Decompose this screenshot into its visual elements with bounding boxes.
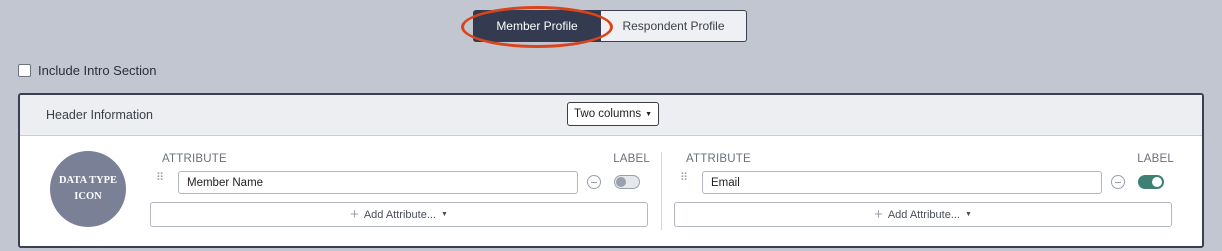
label-header: LABEL xyxy=(1137,153,1174,165)
tab-respondent-profile[interactable]: Respondent Profile xyxy=(601,10,747,42)
remove-icon[interactable] xyxy=(587,175,601,189)
profile-tab-group: Member Profile Respondent Profile xyxy=(473,10,747,42)
column-layout-select[interactable]: Two columns ▼ xyxy=(567,102,660,126)
drag-handle-icon[interactable]: ⠿ xyxy=(680,173,688,184)
remove-icon[interactable] xyxy=(1111,175,1125,189)
include-intro-option[interactable]: Include Intro Section xyxy=(18,63,157,78)
label-toggle[interactable] xyxy=(1138,175,1164,189)
caret-down-icon: ▼ xyxy=(645,110,653,118)
caret-down-icon: ▼ xyxy=(440,211,448,218)
include-intro-checkbox[interactable] xyxy=(18,64,31,77)
add-attribute-label: Add Attribute... xyxy=(363,208,436,221)
tab-member-profile[interactable]: Member Profile xyxy=(473,10,601,42)
panel-title: Header Information xyxy=(46,108,154,122)
drag-handle-icon[interactable]: ⠿ xyxy=(156,173,164,184)
attribute-field[interactable]: Email xyxy=(702,171,1102,194)
include-intro-label: Include Intro Section xyxy=(38,63,157,78)
panel-body: DATA TYPE ICON ATTRIBUTE LABEL ⠿ Member … xyxy=(20,136,1202,246)
add-attribute-button[interactable]: + Add Attribute... ▼ xyxy=(150,202,648,227)
attribute-header: ATTRIBUTE xyxy=(686,153,751,165)
toggle-knob xyxy=(616,177,626,187)
attribute-column-right: ATTRIBUTE LABEL ⠿ Email + Add Attribute.… xyxy=(674,136,1174,246)
column-layout-value: Two columns xyxy=(574,108,642,120)
add-attribute-button[interactable]: + Add Attribute... ▼ xyxy=(674,202,1172,227)
add-attribute-label: Add Attribute... xyxy=(887,208,960,221)
plus-icon: + xyxy=(350,206,359,223)
panel-header: Header Information Two columns ▼ xyxy=(20,95,1202,136)
header-information-panel: Header Information Two columns ▼ DATA TY… xyxy=(18,93,1204,248)
plus-icon: + xyxy=(874,206,883,223)
column-divider xyxy=(661,152,662,230)
data-type-icon: DATA TYPE ICON xyxy=(50,151,126,227)
label-toggle[interactable] xyxy=(614,175,640,189)
caret-down-icon: ▼ xyxy=(964,211,972,218)
attribute-header: ATTRIBUTE xyxy=(162,153,227,165)
attribute-field[interactable]: Member Name xyxy=(178,171,578,194)
toggle-knob xyxy=(1152,177,1162,187)
attribute-column-left: ATTRIBUTE LABEL ⠿ Member Name + Add Attr… xyxy=(150,136,650,246)
label-header: LABEL xyxy=(613,153,650,165)
